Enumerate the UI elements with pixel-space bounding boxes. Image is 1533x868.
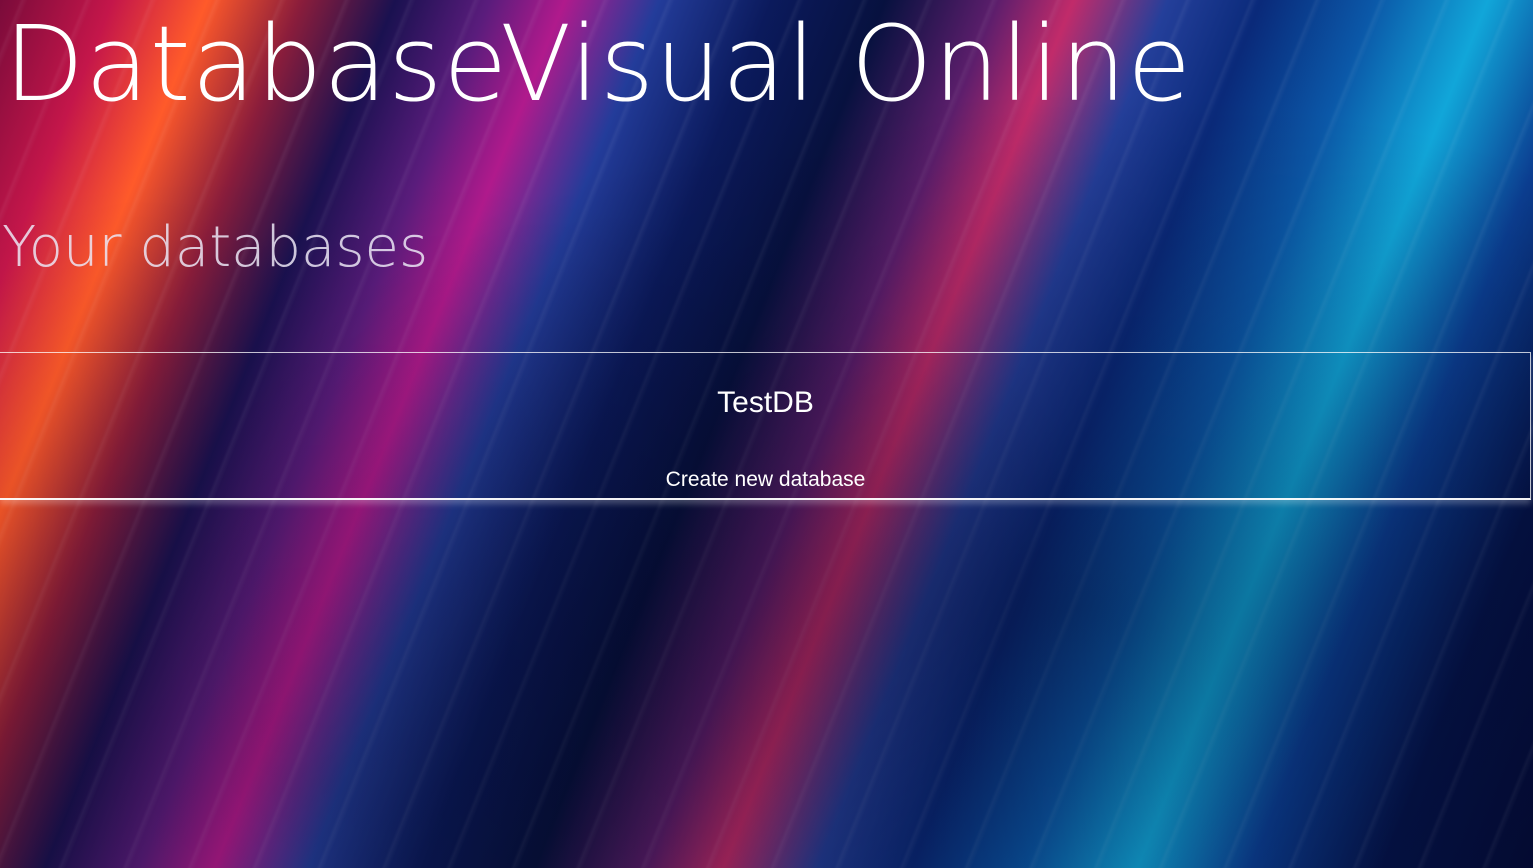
database-list-panel: TestDB Create new database [0, 352, 1531, 500]
create-database-button[interactable]: Create new database [0, 465, 1531, 495]
database-item-testdb[interactable]: TestDB [0, 381, 1531, 425]
page: DatabaseVisual Online Your databases Tes… [0, 0, 1533, 868]
databases-heading: Your databases [2, 215, 429, 280]
app-title: DatabaseVisual Online [4, 3, 1193, 125]
